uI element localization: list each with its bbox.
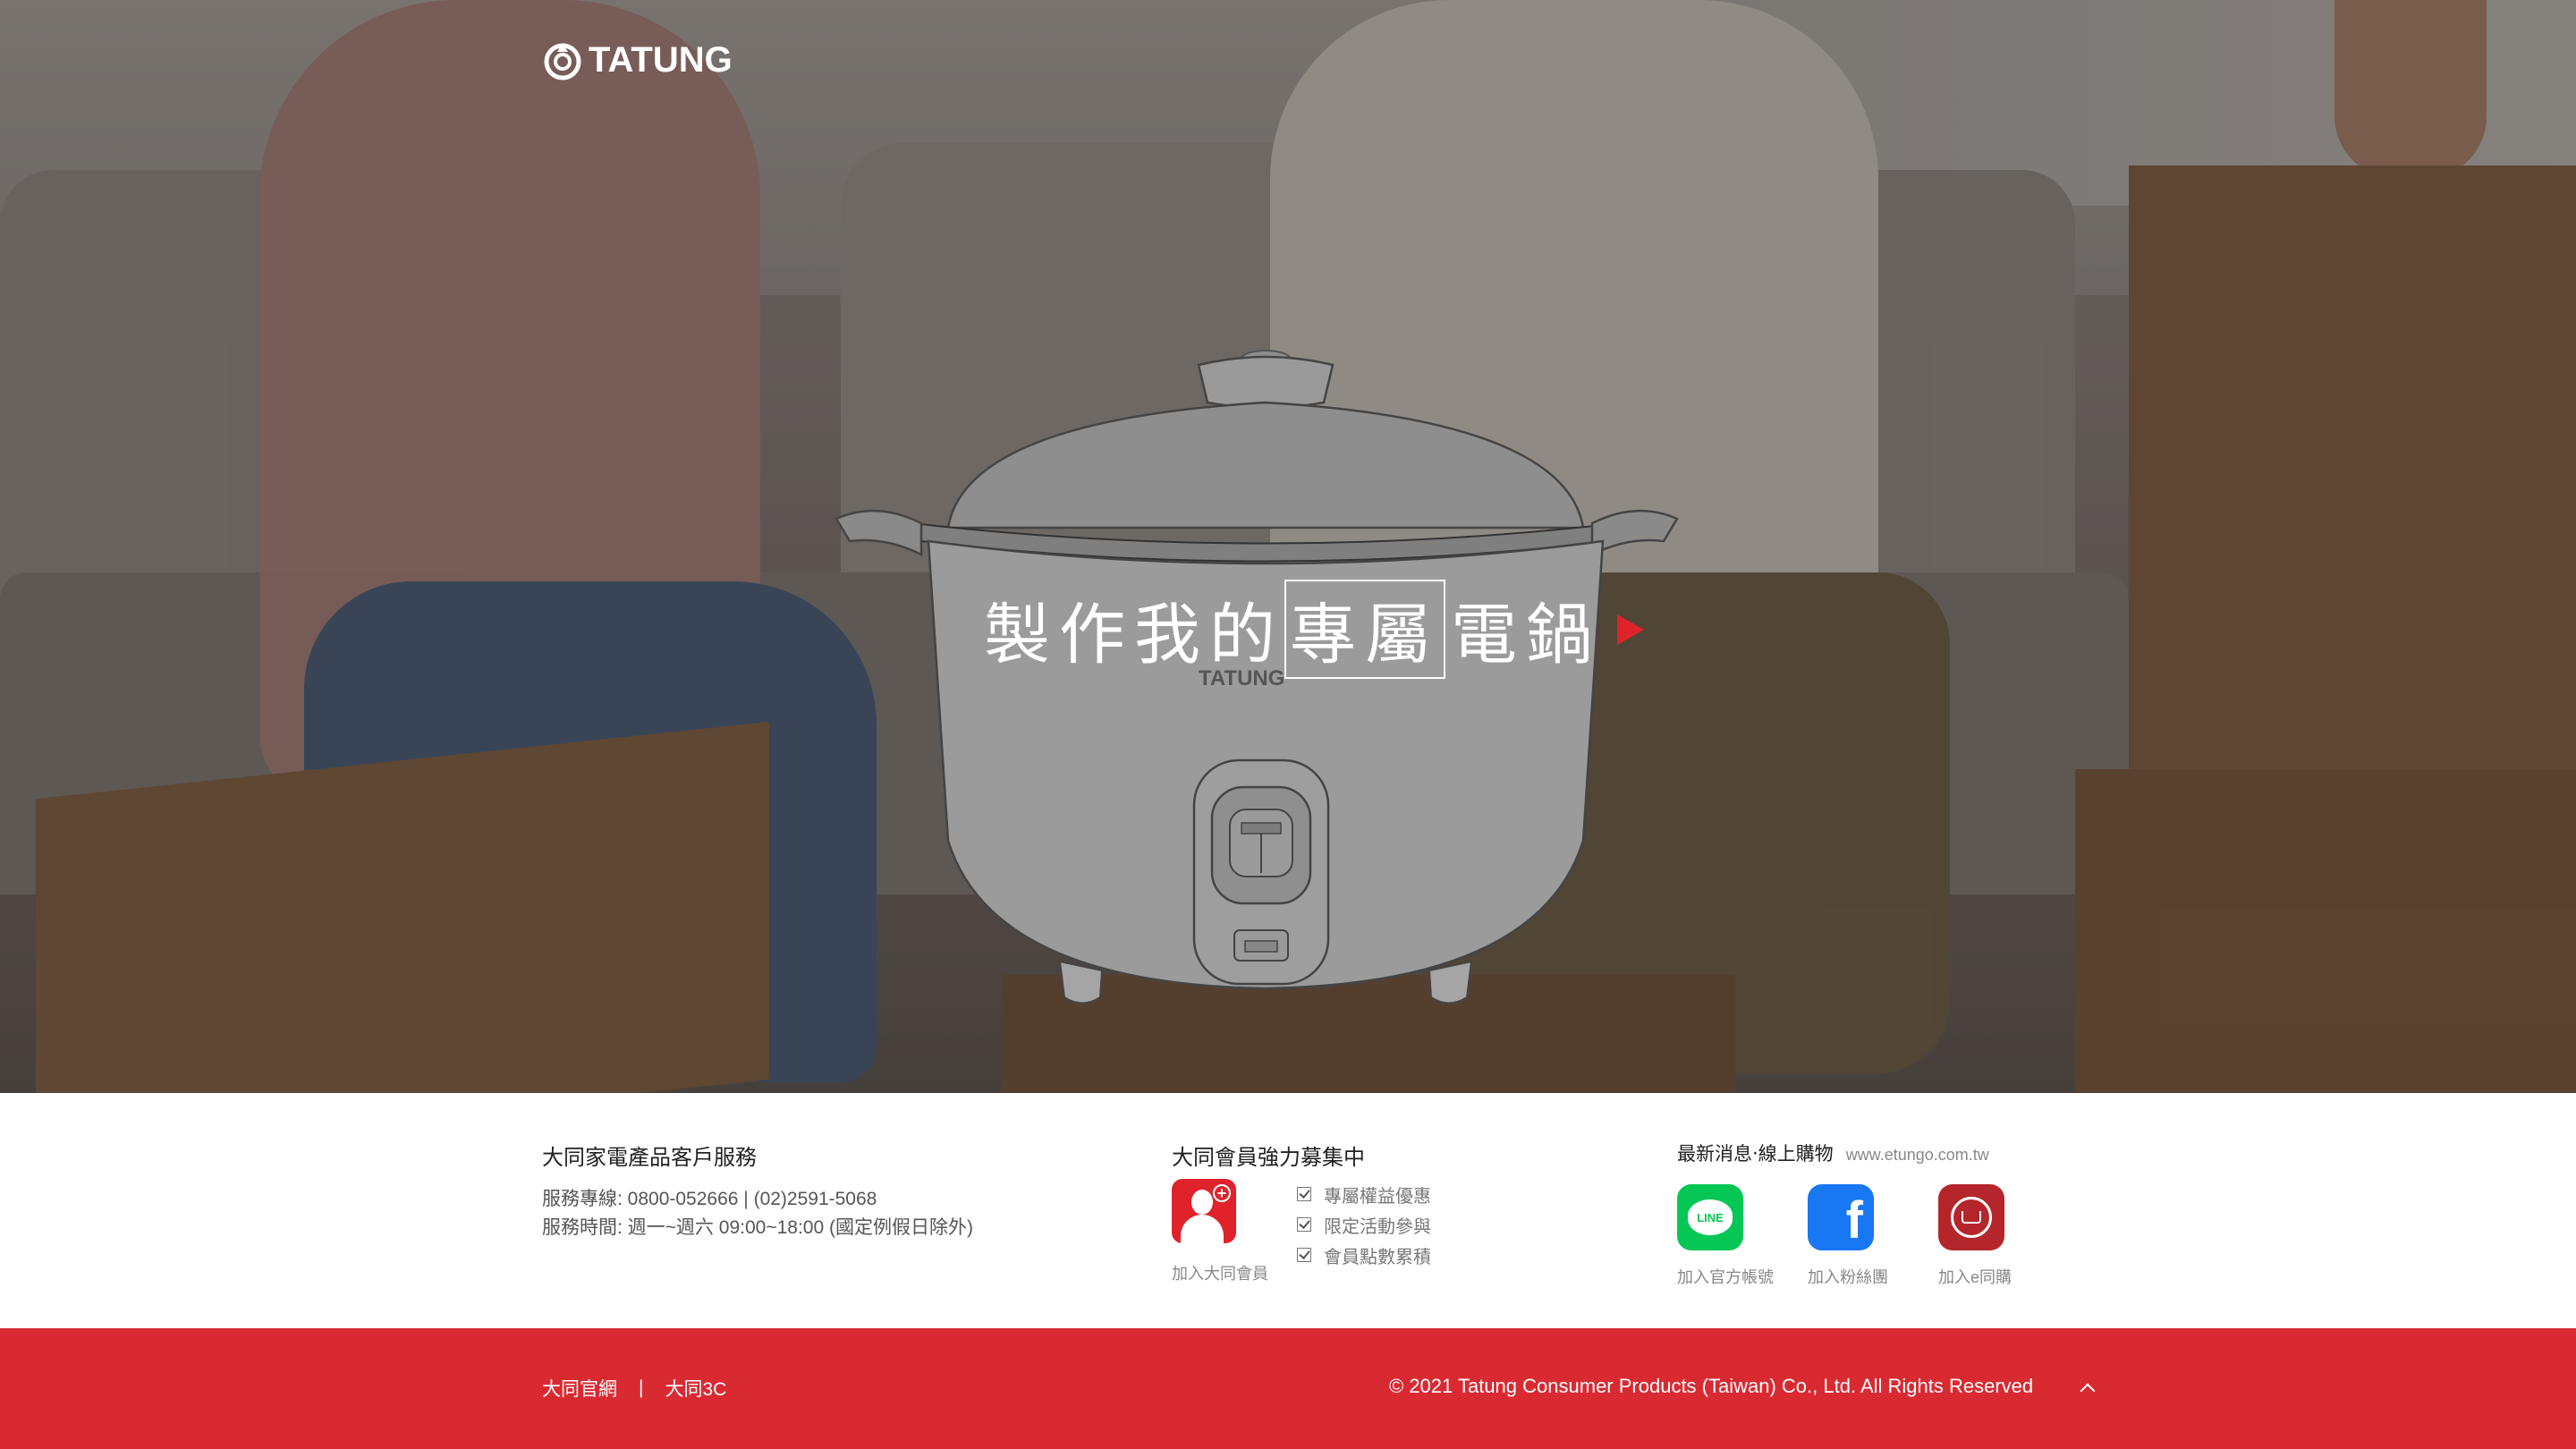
perk-item: 限定活動參與 <box>1297 1209 1431 1240</box>
hero-title-highlight: 專屬 <box>1284 580 1445 679</box>
facebook-icon: f <box>1808 1184 1874 1250</box>
footer: 大同官網 | 大同3C © 2021 Tatung Consumer Produ… <box>0 1328 2576 1449</box>
line-icon: LINE <box>1677 1184 1743 1250</box>
membership-block: 大同會員強力募集中 + 加入大同會員 專屬權益優惠 限定活動參與 會員點數累積 <box>1172 1140 1431 1283</box>
social-label: 加入粉絲團 <box>1808 1268 1888 1286</box>
line-official-account-button[interactable]: LINE 加入官方帳號 <box>1677 1184 1775 1288</box>
hero-banner: TATUNG TATUNG 製作我的 專屬 電鍋 <box>0 0 2576 1093</box>
back-to-top-chevron-up-icon[interactable] <box>2077 1378 2098 1400</box>
social-label: 加入e同購 <box>1938 1268 2012 1286</box>
facebook-fanpage-button[interactable]: f 加入粉絲團 <box>1808 1184 1906 1288</box>
footer-links: 大同官網 | 大同3C <box>542 1375 726 1402</box>
hero-title: 製作我的 專屬 電鍋 <box>984 580 1601 679</box>
customer-service-block: 大同家電產品客戶服務 服務專線: 0800-052666 | (02)2591-… <box>542 1140 973 1242</box>
membership-perks: 專屬權益優惠 限定活動參與 會員點數累積 <box>1297 1179 1431 1270</box>
checkbox-icon <box>1297 1187 1311 1201</box>
checkbox-icon <box>1297 1248 1311 1262</box>
footer-separator: | <box>639 1377 644 1398</box>
perk-label: 專屬權益優惠 <box>1324 1186 1431 1207</box>
tatung-logo[interactable]: TATUNG <box>542 39 733 80</box>
logo-wordmark: TATUNG <box>589 39 733 80</box>
customize-cooker-cta[interactable]: 製作我的 專屬 電鍋 <box>984 580 1644 679</box>
perk-item: 專屬權益優惠 <box>1297 1179 1431 1209</box>
add-member-icon: + <box>1172 1179 1236 1243</box>
tatung-3c-link[interactable]: 大同3C <box>665 1375 726 1402</box>
hero-title-suffix: 電鍋 <box>1451 597 1601 674</box>
membership-title: 大同會員強力募集中 <box>1172 1146 1365 1170</box>
service-title: 大同家電產品客戶服務 <box>542 1146 757 1170</box>
perk-item: 會員點數累積 <box>1297 1240 1431 1270</box>
social-block: 最新消息‧線上購物 www.etungo.com.tw LINE 加入官方帳號 … <box>1677 1140 2037 1288</box>
copyright-text: © 2021 Tatung Consumer Products (Taiwan)… <box>1389 1375 2034 1397</box>
info-section: 大同家電產品客戶服務 服務專線: 0800-052666 | (02)2591-… <box>0 1093 2576 1328</box>
checkbox-icon <box>1297 1217 1311 1232</box>
service-hotline: 服務專線: 0800-052666 | (02)2591-5068 <box>542 1189 877 1209</box>
hero-title-prefix: 製作我的 <box>984 597 1284 674</box>
service-hours: 服務時間: 週一~週六 09:00~18:00 (國定例假日除外) <box>542 1217 973 1238</box>
tatung-official-site-link[interactable]: 大同官網 <box>542 1375 617 1402</box>
social-title: 最新消息‧線上購物 <box>1677 1144 1834 1165</box>
tatung-logo-icon <box>544 43 581 80</box>
social-label: 加入官方帳號 <box>1677 1268 1774 1286</box>
perk-label: 會員點數累積 <box>1324 1247 1431 1267</box>
perk-label: 限定活動參與 <box>1324 1216 1431 1237</box>
etungo-shop-button[interactable]: 加入e同購 <box>1938 1184 2037 1288</box>
shopping-cart-icon <box>1938 1184 2004 1250</box>
play-triangle-icon <box>1617 614 1644 645</box>
join-member-button[interactable]: + 加入大同會員 <box>1172 1179 1288 1284</box>
join-member-label: 加入大同會員 <box>1172 1265 1268 1283</box>
shop-url-link[interactable]: www.etungo.com.tw <box>1846 1146 1989 1165</box>
